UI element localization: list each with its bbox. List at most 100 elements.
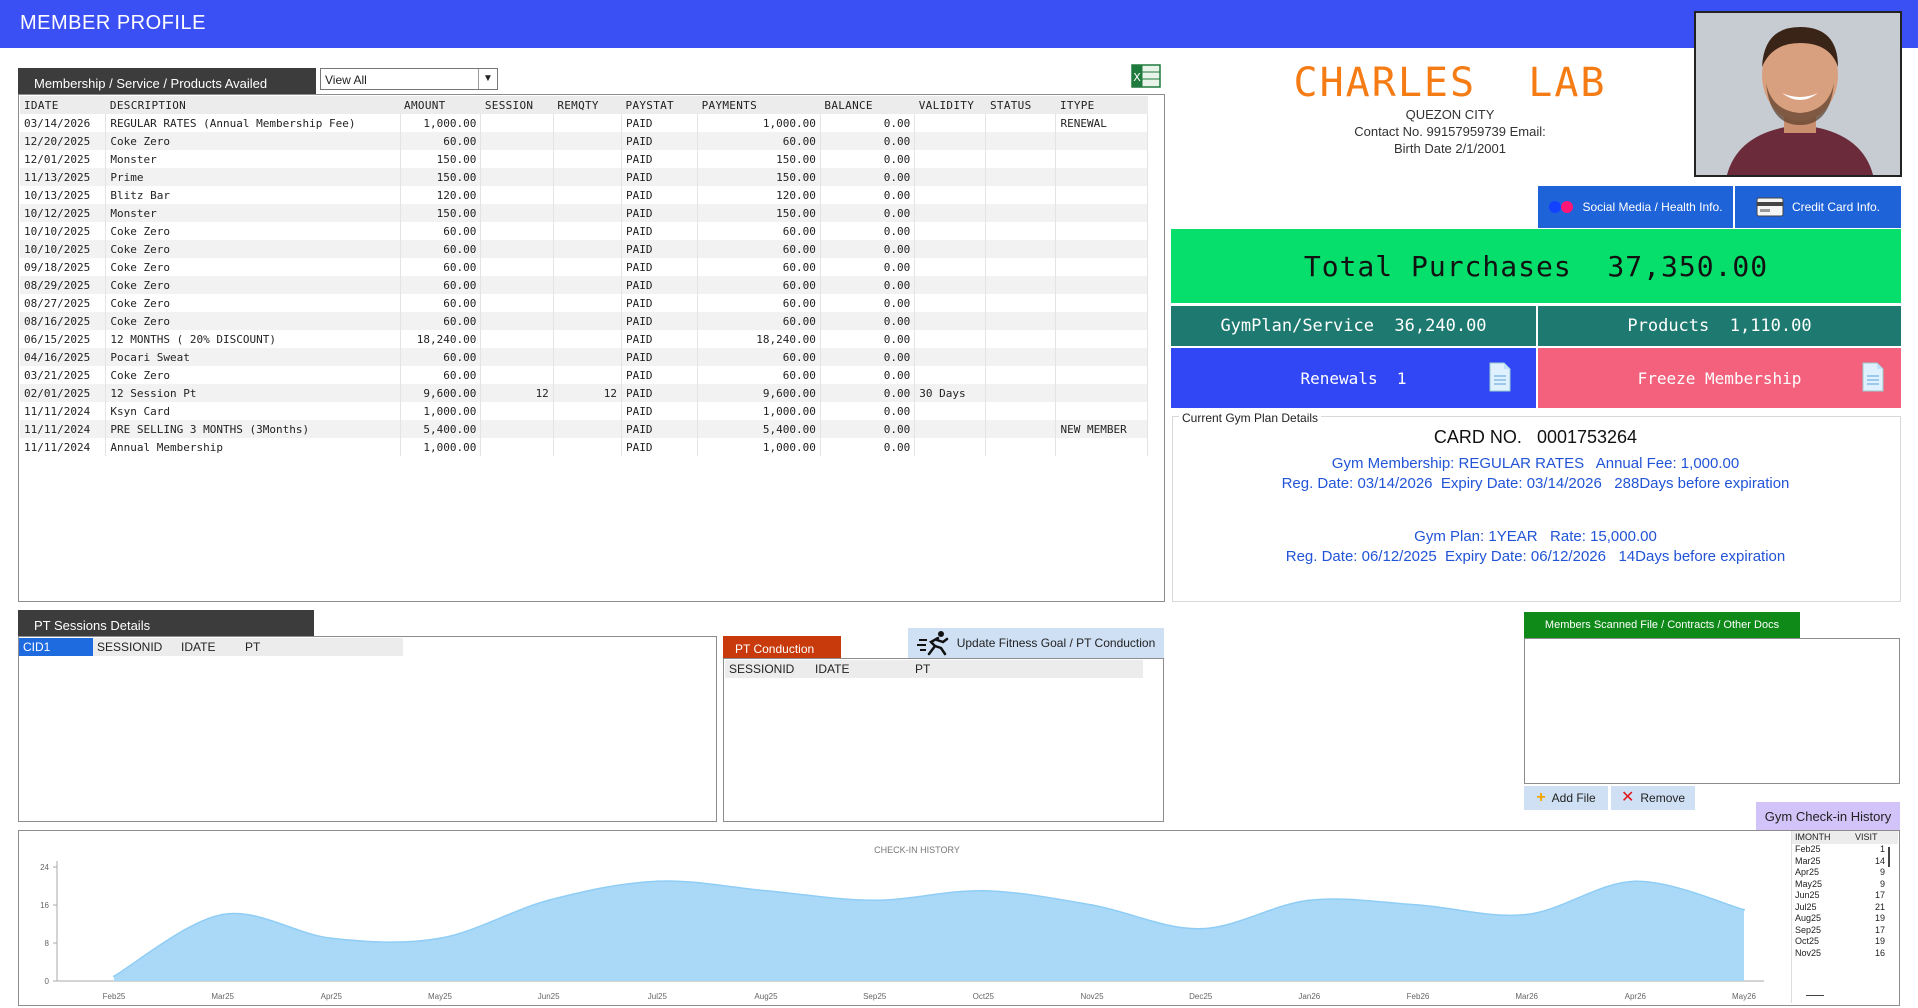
cell-remqty [553, 150, 623, 168]
gym-plan-panel: Current Gym Plan Details CARD NO. 000175… [1172, 411, 1901, 602]
table-row[interactable]: 06/15/2025 12 MONTHS ( 20% DISCOUNT) 18,24… [20, 330, 1148, 348]
table-row[interactable]: 03/14/2026 REGULAR RATES (Annual Membersh… [20, 114, 1148, 132]
pt-conduction-header-row: SESSIONID IDATE PT [725, 660, 1143, 678]
col-payments[interactable]: PAYMENTS [697, 96, 821, 114]
member-last-name: LAB [1528, 60, 1607, 106]
col-idate[interactable]: IDATE [177, 640, 241, 654]
docs-tab[interactable]: Members Scanned File / Contracts / Other… [1524, 612, 1800, 638]
checkin-table-row[interactable]: Aug25 19 [1792, 913, 1898, 925]
cell-paystat: PAID [621, 366, 699, 384]
table-row[interactable]: 12/01/2025 Monster 150.00 PAID 150.00 0.00 [20, 150, 1148, 168]
col-imonth[interactable]: IMONTH [1792, 831, 1855, 844]
cell-status [985, 384, 1057, 402]
data-point [1199, 927, 1202, 930]
checkin-history-tab[interactable]: Gym Check-in History [1756, 802, 1900, 830]
pt-sessions-tab[interactable]: PT Sessions Details [18, 610, 314, 636]
cell-itype [1055, 312, 1148, 330]
checkin-table-row[interactable]: Jun25 17 [1792, 890, 1898, 902]
docs-list[interactable] [1524, 638, 1900, 784]
filter-select[interactable]: View All ▼ [320, 68, 498, 90]
cell-itype [1055, 366, 1148, 384]
table-row[interactable]: 09/18/2025 Coke Zero 60.00 PAID 60.00 0.00 [20, 258, 1148, 276]
table-row[interactable]: 11/11/2024 Annual Membership 1,000.00 PAID 1… [20, 438, 1148, 456]
cell-description: Coke Zero [105, 294, 401, 312]
renewals-button[interactable]: Renewals 1 [1171, 348, 1536, 408]
cell-amount: 150.00 [400, 150, 482, 168]
cell-paystat: PAID [621, 150, 699, 168]
checkin-visits: 9 [1879, 878, 1885, 889]
col-session[interactable]: SESSION [480, 96, 554, 114]
member-photo[interactable] [1694, 11, 1902, 177]
col-idate[interactable]: IDATE [811, 662, 911, 676]
card-number: CARD NO. 0001753264 [1173, 427, 1898, 448]
col-description[interactable]: DESCRIPTION [105, 96, 401, 114]
add-file-button[interactable]: + Add File [1524, 786, 1608, 810]
cell-paystat: PAID [621, 438, 699, 456]
col-pt[interactable]: PT [241, 640, 305, 654]
social-media-tab[interactable]: Social Media / Health Info. [1538, 186, 1733, 228]
remove-file-button[interactable]: ✕ Remove [1611, 786, 1695, 810]
filter-select-value: View All [325, 73, 367, 87]
table-row[interactable]: 10/13/2025 Blitz Bar 120.00 PAID 120.00 0.00 [20, 186, 1148, 204]
table-row[interactable]: 12/20/2025 Coke Zero 60.00 PAID 60.00 0.00 [20, 132, 1148, 150]
table-row[interactable]: 11/13/2025 Prime 150.00 PAID 150.00 0.00 [20, 168, 1148, 186]
col-cid1[interactable]: CID1 [19, 638, 93, 656]
cell-idate: 10/10/2025 [20, 222, 107, 240]
col-itype[interactable]: ITYPE [1055, 96, 1148, 114]
credit-card-tab[interactable]: Credit Card Info. [1735, 186, 1901, 228]
update-fitness-goal-button[interactable]: Update Fitness Goal / PT Conduction [908, 628, 1164, 658]
col-sessionid[interactable]: SESSIONID [93, 640, 177, 654]
table-row[interactable]: 08/16/2025 Coke Zero 60.00 PAID 60.00 0.00 [20, 312, 1148, 330]
freeze-membership-button[interactable]: Freeze Membership [1538, 348, 1901, 408]
cell-description: Blitz Bar [105, 186, 401, 204]
table-row[interactable]: 10/10/2025 Coke Zero 60.00 PAID 60.00 0.00 [20, 240, 1148, 258]
cell-validity: 30 Days [914, 384, 987, 402]
cell-remqty [553, 348, 623, 366]
cell-remqty [553, 438, 623, 456]
checkin-table-row[interactable]: Oct25 19 [1792, 936, 1898, 948]
checkin-table-row[interactable]: Apr25 9 [1792, 867, 1898, 879]
checkin-table-row[interactable]: Mar25 14 [1792, 856, 1898, 868]
excel-export-icon[interactable]: X [1131, 64, 1161, 88]
table-row[interactable]: 10/10/2025 Coke Zero 60.00 PAID 60.00 0.00 [20, 222, 1148, 240]
checkin-table-row[interactable]: Nov25 16 [1792, 948, 1898, 960]
cell-description: Coke Zero [105, 258, 401, 276]
col-paystat[interactable]: PAYSTAT [621, 96, 698, 114]
membership-tab[interactable]: Membership / Service / Products Availed [18, 68, 316, 94]
chevron-down-icon[interactable]: ▼ [478, 69, 497, 89]
cell-paystat: PAID [621, 330, 699, 348]
col-visit[interactable]: VISIT [1855, 831, 1891, 844]
checkin-table-row[interactable]: Feb25 1 [1792, 844, 1898, 856]
cell-remqty [553, 312, 623, 330]
x-tick-label: May25 [428, 992, 453, 1001]
cell-balance: 0.00 [820, 348, 916, 366]
data-point [656, 880, 659, 883]
col-pt[interactable]: PT [911, 662, 975, 676]
table-row[interactable]: 11/11/2024 PRE SELLING 3 MONTHS (3Months)… [20, 420, 1148, 438]
scrollbar-thumb[interactable] [1888, 847, 1890, 867]
col-balance[interactable]: BALANCE [820, 96, 915, 114]
cell-itype [1055, 438, 1148, 456]
pt-conduction-tab[interactable]: PT Conduction [723, 636, 841, 658]
table-row[interactable]: 04/16/2025 Pocari Sweat 60.00 PAID 60.00 0.00 [20, 348, 1148, 366]
x-tick-label: Feb25 [103, 992, 126, 1001]
col-validity[interactable]: VALIDITY [914, 96, 986, 114]
col-sessionid[interactable]: SESSIONID [725, 662, 811, 676]
table-row[interactable]: 02/01/2025 12 Session Pt 9,600.00 12 12 PAID 9… [20, 384, 1148, 402]
table-row[interactable]: 08/27/2025 Coke Zero 60.00 PAID 60.00 0.00 [20, 294, 1148, 312]
checkin-table-row[interactable]: Jul25 21 [1792, 902, 1898, 914]
table-row[interactable]: 03/21/2025 Coke Zero 60.00 PAID 60.00 0.00 [20, 366, 1148, 384]
col-amount[interactable]: AMOUNT [400, 96, 481, 114]
table-row[interactable]: 11/11/2024 Ksyn Card 1,000.00 PAID 1,000.00 0… [20, 402, 1148, 420]
col-status[interactable]: STATUS [985, 96, 1056, 114]
checkin-table-row[interactable]: Sep25 17 [1792, 925, 1898, 937]
table-row[interactable]: 10/12/2025 Monster 150.00 PAID 150.00 0.00 [20, 204, 1148, 222]
col-idate[interactable]: IDATE [20, 96, 106, 114]
checkin-table-row[interactable]: May25 9 [1792, 879, 1898, 891]
add-file-label: Add File [1551, 791, 1596, 805]
cell-amount: 120.00 [400, 186, 482, 204]
cell-remqty [553, 402, 623, 420]
table-row[interactable]: 08/29/2025 Coke Zero 60.00 PAID 60.00 0.00 [20, 276, 1148, 294]
col-remqty[interactable]: REMQTY [553, 96, 622, 114]
cell-idate: 11/11/2024 [20, 420, 107, 438]
